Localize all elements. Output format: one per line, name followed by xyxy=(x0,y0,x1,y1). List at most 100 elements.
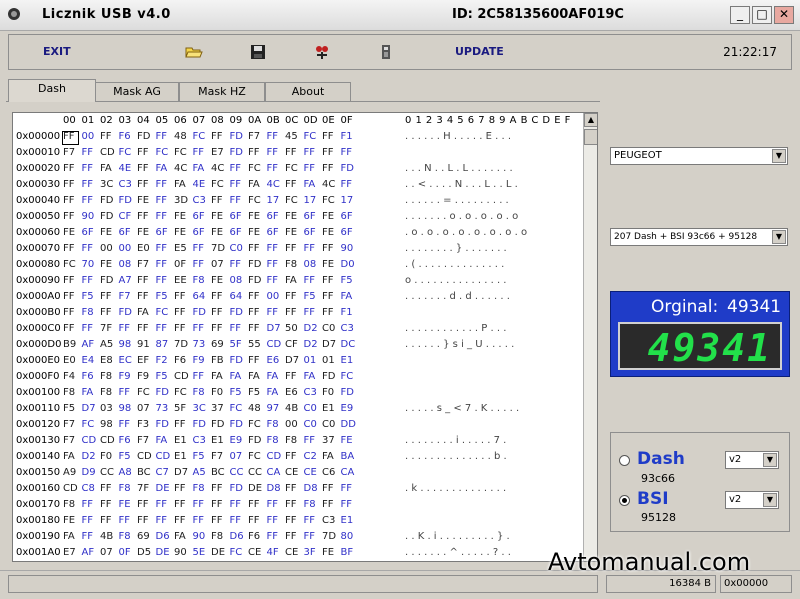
hex-byte-cell[interactable]: FF xyxy=(174,291,186,302)
hex-byte-cell[interactable]: FA xyxy=(248,179,260,190)
hex-byte-cell[interactable]: C3 xyxy=(193,195,206,206)
hex-byte-cell[interactable]: 90 xyxy=(82,211,95,222)
hex-byte-cell[interactable]: FD xyxy=(322,371,335,382)
hex-byte-cell[interactable]: FC xyxy=(248,451,261,462)
brand-select[interactable]: PEUGEOT ▼ xyxy=(610,147,788,165)
hex-byte-cell[interactable]: FF xyxy=(174,323,186,334)
hex-byte-cell[interactable]: FF xyxy=(156,179,168,190)
hex-byte-cell[interactable]: 6F xyxy=(230,211,242,222)
hex-byte-cell[interactable]: FD xyxy=(230,355,243,366)
maximize-button[interactable]: □ xyxy=(752,6,772,24)
hex-byte-cell[interactable]: FF xyxy=(63,243,75,254)
hex-byte-cell[interactable]: F5 xyxy=(156,371,168,382)
hex-byte-cell[interactable]: 69 xyxy=(211,339,224,350)
hex-byte-cell[interactable]: CD xyxy=(267,451,282,462)
hex-byte-cell[interactable]: FE xyxy=(322,547,334,558)
dash-version-select[interactable]: v2 ▼ xyxy=(725,451,779,469)
hex-byte-cell[interactable]: BF xyxy=(341,547,354,558)
hex-byte-cell[interactable]: FC xyxy=(82,419,95,430)
hex-byte-cell[interactable]: FC xyxy=(285,163,298,174)
hex-byte-cell[interactable]: DC xyxy=(341,339,356,350)
hex-byte-cell[interactable]: FF xyxy=(193,499,205,510)
hex-byte-cell[interactable]: FF xyxy=(304,515,316,526)
hex-byte-cell[interactable]: F8 xyxy=(193,387,205,398)
hex-byte-cell[interactable]: CD xyxy=(137,451,152,462)
hex-byte-cell[interactable]: F7 xyxy=(63,147,75,158)
hex-byte-cell[interactable]: 55 xyxy=(248,339,261,350)
hex-byte-cell[interactable]: D8 xyxy=(267,483,281,494)
hex-byte-cell[interactable]: FC xyxy=(322,195,335,206)
hex-byte-cell[interactable]: D7 xyxy=(267,323,281,334)
hex-byte-cell[interactable]: F8 xyxy=(82,307,94,318)
hex-byte-cell[interactable]: F6 xyxy=(248,531,260,542)
hex-byte-cell[interactable]: FA xyxy=(100,163,112,174)
hex-byte-cell[interactable]: C7 xyxy=(156,467,169,478)
hex-byte-cell[interactable]: EE xyxy=(174,275,187,286)
hex-byte-cell[interactable]: 6F xyxy=(193,227,205,238)
hex-byte-cell[interactable]: 00 xyxy=(285,419,298,430)
hex-byte-cell[interactable]: F5 xyxy=(230,387,242,398)
hex-byte-cell[interactable]: 70 xyxy=(82,259,95,270)
hex-byte-cell[interactable]: 08 xyxy=(119,259,132,270)
hex-byte-cell[interactable]: FC xyxy=(248,419,261,430)
hex-byte-cell[interactable]: FF xyxy=(211,131,223,142)
hex-byte-cell[interactable]: FF xyxy=(211,515,223,526)
hex-byte-cell[interactable]: FC xyxy=(137,387,150,398)
hex-byte-cell[interactable]: FE xyxy=(137,195,149,206)
hex-byte-cell[interactable]: FF xyxy=(285,515,297,526)
hex-byte-cell[interactable]: FE xyxy=(248,227,260,238)
hex-byte-cell[interactable]: FF xyxy=(341,499,353,510)
hex-byte-cell[interactable]: 07 xyxy=(230,451,243,462)
hex-byte-cell[interactable]: 98 xyxy=(119,403,132,414)
hex-byte-cell[interactable]: 4B xyxy=(100,531,113,542)
hex-byte-cell[interactable]: F7 xyxy=(63,435,75,446)
hex-byte-cell[interactable]: FF xyxy=(322,307,334,318)
hex-byte-cell[interactable]: FF xyxy=(193,259,205,270)
hex-byte-cell[interactable]: FD xyxy=(193,307,206,318)
hex-byte-cell[interactable]: F8 xyxy=(304,499,316,510)
minimize-button[interactable]: _ xyxy=(730,6,750,24)
hex-byte-cell[interactable]: F8 xyxy=(100,371,112,382)
hex-byte-cell[interactable]: C3 xyxy=(341,323,354,334)
hex-byte-cell[interactable]: 4C xyxy=(322,179,335,190)
hex-byte-cell[interactable]: FF xyxy=(174,307,186,318)
hex-byte-cell[interactable]: CF xyxy=(119,211,132,222)
hex-byte-cell[interactable]: FC xyxy=(341,371,354,382)
hex-byte-cell[interactable]: FF xyxy=(267,515,279,526)
hex-byte-cell[interactable]: F9 xyxy=(193,355,205,366)
hex-byte-cell[interactable]: 3C xyxy=(100,179,113,190)
hex-byte-cell[interactable]: D7 xyxy=(322,339,336,350)
hex-byte-cell[interactable]: 98 xyxy=(119,339,132,350)
hex-byte-cell[interactable]: F5 xyxy=(156,291,168,302)
hex-byte-cell[interactable]: F9 xyxy=(137,371,149,382)
hex-byte-cell[interactable]: DE xyxy=(248,483,262,494)
hex-byte-cell[interactable]: 7F xyxy=(100,323,112,334)
hex-byte-cell[interactable]: 4C xyxy=(267,179,280,190)
hex-byte-cell[interactable]: FF xyxy=(267,499,279,510)
hex-byte-cell[interactable]: FF xyxy=(63,323,75,334)
hex-byte-cell[interactable]: 37 xyxy=(211,403,224,414)
hex-byte-cell[interactable]: FA xyxy=(174,179,186,190)
hex-byte-cell[interactable]: 7F xyxy=(137,483,149,494)
hex-byte-cell[interactable]: E1 xyxy=(322,403,335,414)
hex-byte-cell[interactable]: FE xyxy=(285,211,297,222)
hex-byte-cell[interactable]: E6 xyxy=(285,387,298,398)
hex-byte-cell[interactable]: FF xyxy=(285,371,297,382)
hex-byte-cell[interactable]: FC xyxy=(230,403,243,414)
hex-byte-cell[interactable]: 00 xyxy=(267,291,280,302)
hex-byte-cell[interactable]: FF xyxy=(304,275,316,286)
hex-byte-cell[interactable]: FF xyxy=(341,147,353,158)
hex-byte-cell[interactable]: FE xyxy=(100,227,112,238)
hex-byte-cell[interactable]: FF xyxy=(156,195,168,206)
hex-byte-cell[interactable]: FE xyxy=(285,227,297,238)
hex-byte-cell[interactable]: FF xyxy=(193,243,205,254)
hex-byte-cell[interactable]: FF xyxy=(63,163,75,174)
hex-byte-cell[interactable]: FE xyxy=(322,259,334,270)
hex-byte-cell[interactable]: D7 xyxy=(285,355,299,366)
hex-byte-cell[interactable]: E0 xyxy=(137,243,150,254)
hex-byte-cell[interactable]: CE xyxy=(248,547,261,558)
hex-byte-cell[interactable]: D0 xyxy=(341,259,355,270)
hex-byte-cell[interactable]: F8 xyxy=(193,275,205,286)
hex-byte-cell[interactable]: E5 xyxy=(174,243,187,254)
hex-byte-cell[interactable]: FA xyxy=(285,275,297,286)
